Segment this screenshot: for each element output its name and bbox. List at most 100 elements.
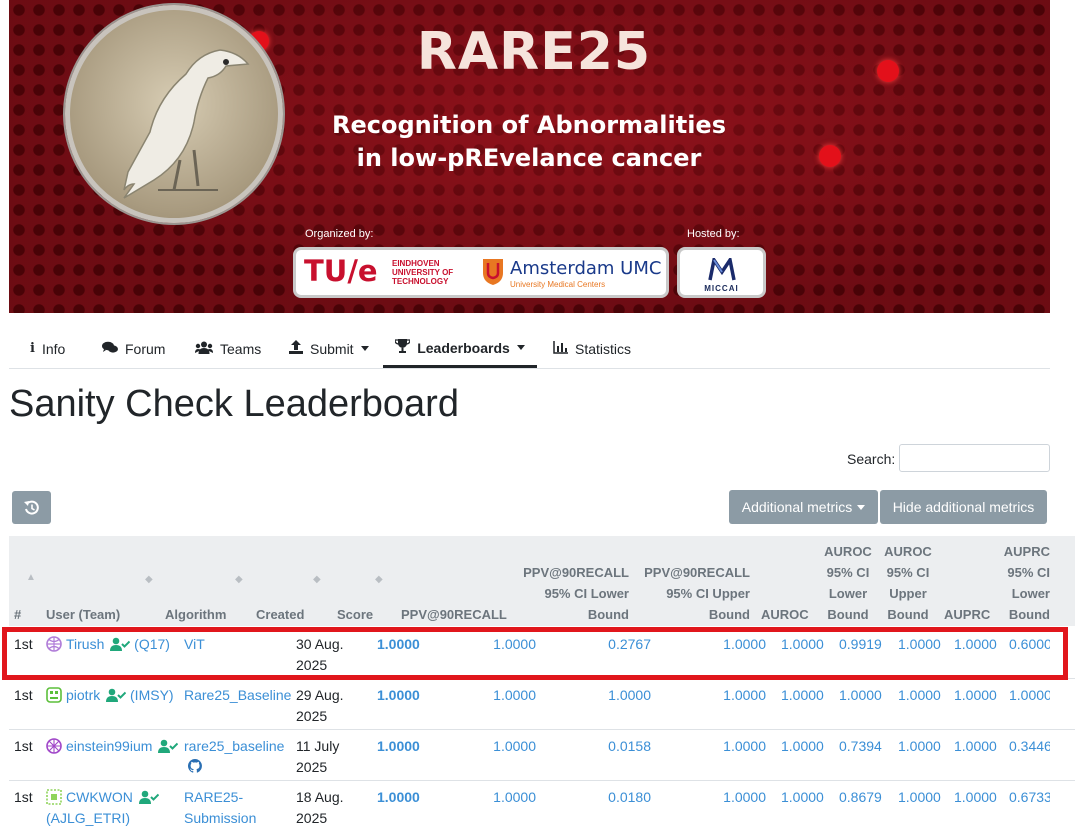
team-link[interactable]: (IMSY) — [130, 687, 174, 703]
auprc-cell: 1.0000 — [954, 789, 997, 805]
user-link[interactable]: piotrk — [66, 687, 100, 703]
rank-cell: 1st — [14, 687, 33, 703]
tab-statistics-label: Statistics — [575, 340, 632, 357]
header-line: 95% CI — [826, 565, 870, 580]
comments-icon — [102, 341, 118, 357]
ppv-ci-lower-cell: 0.0180 — [608, 789, 651, 805]
user-cell: einstein99ium — [46, 736, 179, 757]
score-cell[interactable]: 1.0000 — [377, 787, 420, 808]
github-icon[interactable] — [187, 759, 202, 773]
created-date: 18 Aug. — [296, 789, 344, 805]
score-cell[interactable]: 1.0000 — [377, 736, 420, 757]
header-line: AUROC — [824, 544, 872, 559]
ppv-ci-upper-cell: 1.0000 — [723, 789, 766, 805]
header-score[interactable]: Score — [337, 604, 373, 625]
tab-forum-label: Forum — [125, 340, 166, 357]
miccai-logo-icon — [708, 258, 736, 281]
amc-subname: University Medical Centers — [510, 280, 606, 289]
user-cell: piotrk ((IMSY) — [46, 685, 174, 706]
header-line: Lower — [828, 586, 868, 601]
reset-order-button[interactable] — [12, 491, 51, 524]
hide-additional-metrics-button[interactable]: Hide additional metrics — [880, 490, 1047, 524]
created-year: 2025 — [296, 810, 328, 826]
created-cell: 18 Aug. 2025 — [296, 787, 344, 829]
header-line: PPV@90RECALL — [523, 565, 629, 580]
row-divider — [9, 780, 1075, 781]
additional-metrics-button[interactable]: Additional metrics — [729, 490, 878, 524]
created-date: 11 July — [296, 738, 340, 754]
created-year: 2025 — [296, 708, 328, 724]
team-link[interactable]: (AJLG_ETRI) — [46, 810, 130, 826]
auroc-cell: 1.0000 — [781, 687, 824, 703]
tab-leaderboards[interactable]: Leaderboards — [383, 330, 537, 368]
amc-name: Amsterdam UMC — [510, 258, 662, 279]
search-input[interactable] — [899, 444, 1050, 472]
avatar-icon — [46, 738, 62, 754]
auprc-cell: 1.0000 — [954, 738, 997, 754]
avatar-icon — [46, 687, 62, 703]
users-icon — [195, 341, 213, 357]
header-auroc-ci-upper[interactable]: AUROC 95% CI Upper Bound — [881, 541, 935, 625]
chevron-down-icon — [360, 346, 369, 351]
header-line: Bound — [827, 607, 869, 622]
header-rank[interactable]: # — [14, 604, 21, 625]
algorithm-line: RARE25- — [184, 789, 244, 805]
created-cell: 29 Aug. 2025 — [296, 685, 344, 727]
header-ppv[interactable]: PPV@90RECALL — [401, 604, 507, 625]
header-line: Upper — [889, 586, 927, 601]
header-line: 95% CI Upper — [666, 586, 750, 601]
glowing-dot — [819, 145, 841, 167]
header-algorithm[interactable]: Algorithm — [165, 604, 226, 625]
header-auroc-ci-lower[interactable]: AUROC 95% CI Lower Bound — [821, 541, 875, 625]
tab-info[interactable]: i Info — [30, 330, 65, 367]
header-created[interactable]: Created — [256, 604, 304, 625]
sort-icon[interactable]: ◆ — [235, 574, 243, 585]
tab-forum[interactable]: Forum — [102, 330, 165, 367]
highlight-box — [2, 627, 1068, 680]
header-auroc[interactable]: AUROC — [761, 604, 809, 625]
tab-submit[interactable]: Submit — [289, 330, 369, 367]
chevron-down-icon — [516, 345, 525, 350]
user-link[interactable]: einstein99ium — [66, 738, 152, 754]
tab-statistics[interactable]: Statistics — [553, 330, 631, 367]
header-line: Lower — [1011, 586, 1050, 601]
auprc-ci-lower-cell: 1.0000 — [1009, 687, 1050, 703]
header-ppv-ci-upper[interactable]: PPV@90RECALL 95% CI Upper Bound — [635, 562, 750, 625]
sort-icon[interactable]: ◆ — [313, 574, 321, 585]
amc-shield-icon — [483, 259, 503, 285]
ppv-ci-upper-cell: 1.0000 — [723, 738, 766, 754]
auroc-ci-upper-cell: 1.0000 — [898, 687, 941, 703]
ppv-cell: 1.0000 — [493, 738, 536, 754]
rank-cell: 1st — [14, 738, 33, 754]
sort-icon[interactable]: ◆ — [375, 574, 383, 585]
upload-icon — [289, 340, 303, 357]
auroc-cell: 1.0000 — [781, 738, 824, 754]
header-line: PPV@90RECALL — [644, 565, 750, 580]
header-auprc[interactable]: AUPRC — [944, 604, 990, 625]
organized-by-label: Organized by: — [305, 228, 374, 240]
algorithm-line: Submission — [184, 810, 257, 826]
row-divider — [9, 729, 1075, 730]
auprc-ci-lower-cell: 0.6733 — [1009, 789, 1050, 805]
algorithm-link[interactable]: rare25_baseline — [184, 736, 284, 757]
header-line: 95% CI Lower — [544, 586, 629, 601]
score-cell[interactable]: 1.0000 — [377, 685, 420, 706]
user-check-icon — [138, 790, 159, 804]
user-link[interactable]: CWKWON — [66, 789, 133, 805]
header-user[interactable]: User (Team) — [46, 604, 120, 625]
algorithm-link[interactable]: Rare25_Baseline — [184, 685, 291, 706]
auroc-cell: 1.0000 — [781, 789, 824, 805]
sort-icon[interactable]: ▲ — [26, 572, 36, 583]
header-line: 95% CI — [886, 565, 930, 580]
header-auprc-ci-lower[interactable]: AUPRC 95% CI Lower Bound — [995, 541, 1050, 625]
banner-title: RARE25 — [416, 22, 652, 82]
history-icon — [23, 500, 39, 515]
auprc-ci-lower-cell: 0.3446 — [1009, 738, 1050, 754]
sort-icon[interactable]: ◆ — [145, 574, 153, 585]
banner-subtitle-line1: Recognition of Abnormalities — [332, 111, 726, 139]
user-cell: CWKWON ((AJLG_ETRI) — [46, 787, 159, 829]
tab-teams[interactable]: Teams — [195, 330, 261, 367]
header-ppv-ci-lower[interactable]: PPV@90RECALL 95% CI Lower Bound — [514, 562, 629, 625]
algorithm-link[interactable]: RARE25- Submission — [184, 787, 256, 829]
tab-leaderboards-label: Leaderboards — [417, 339, 510, 356]
